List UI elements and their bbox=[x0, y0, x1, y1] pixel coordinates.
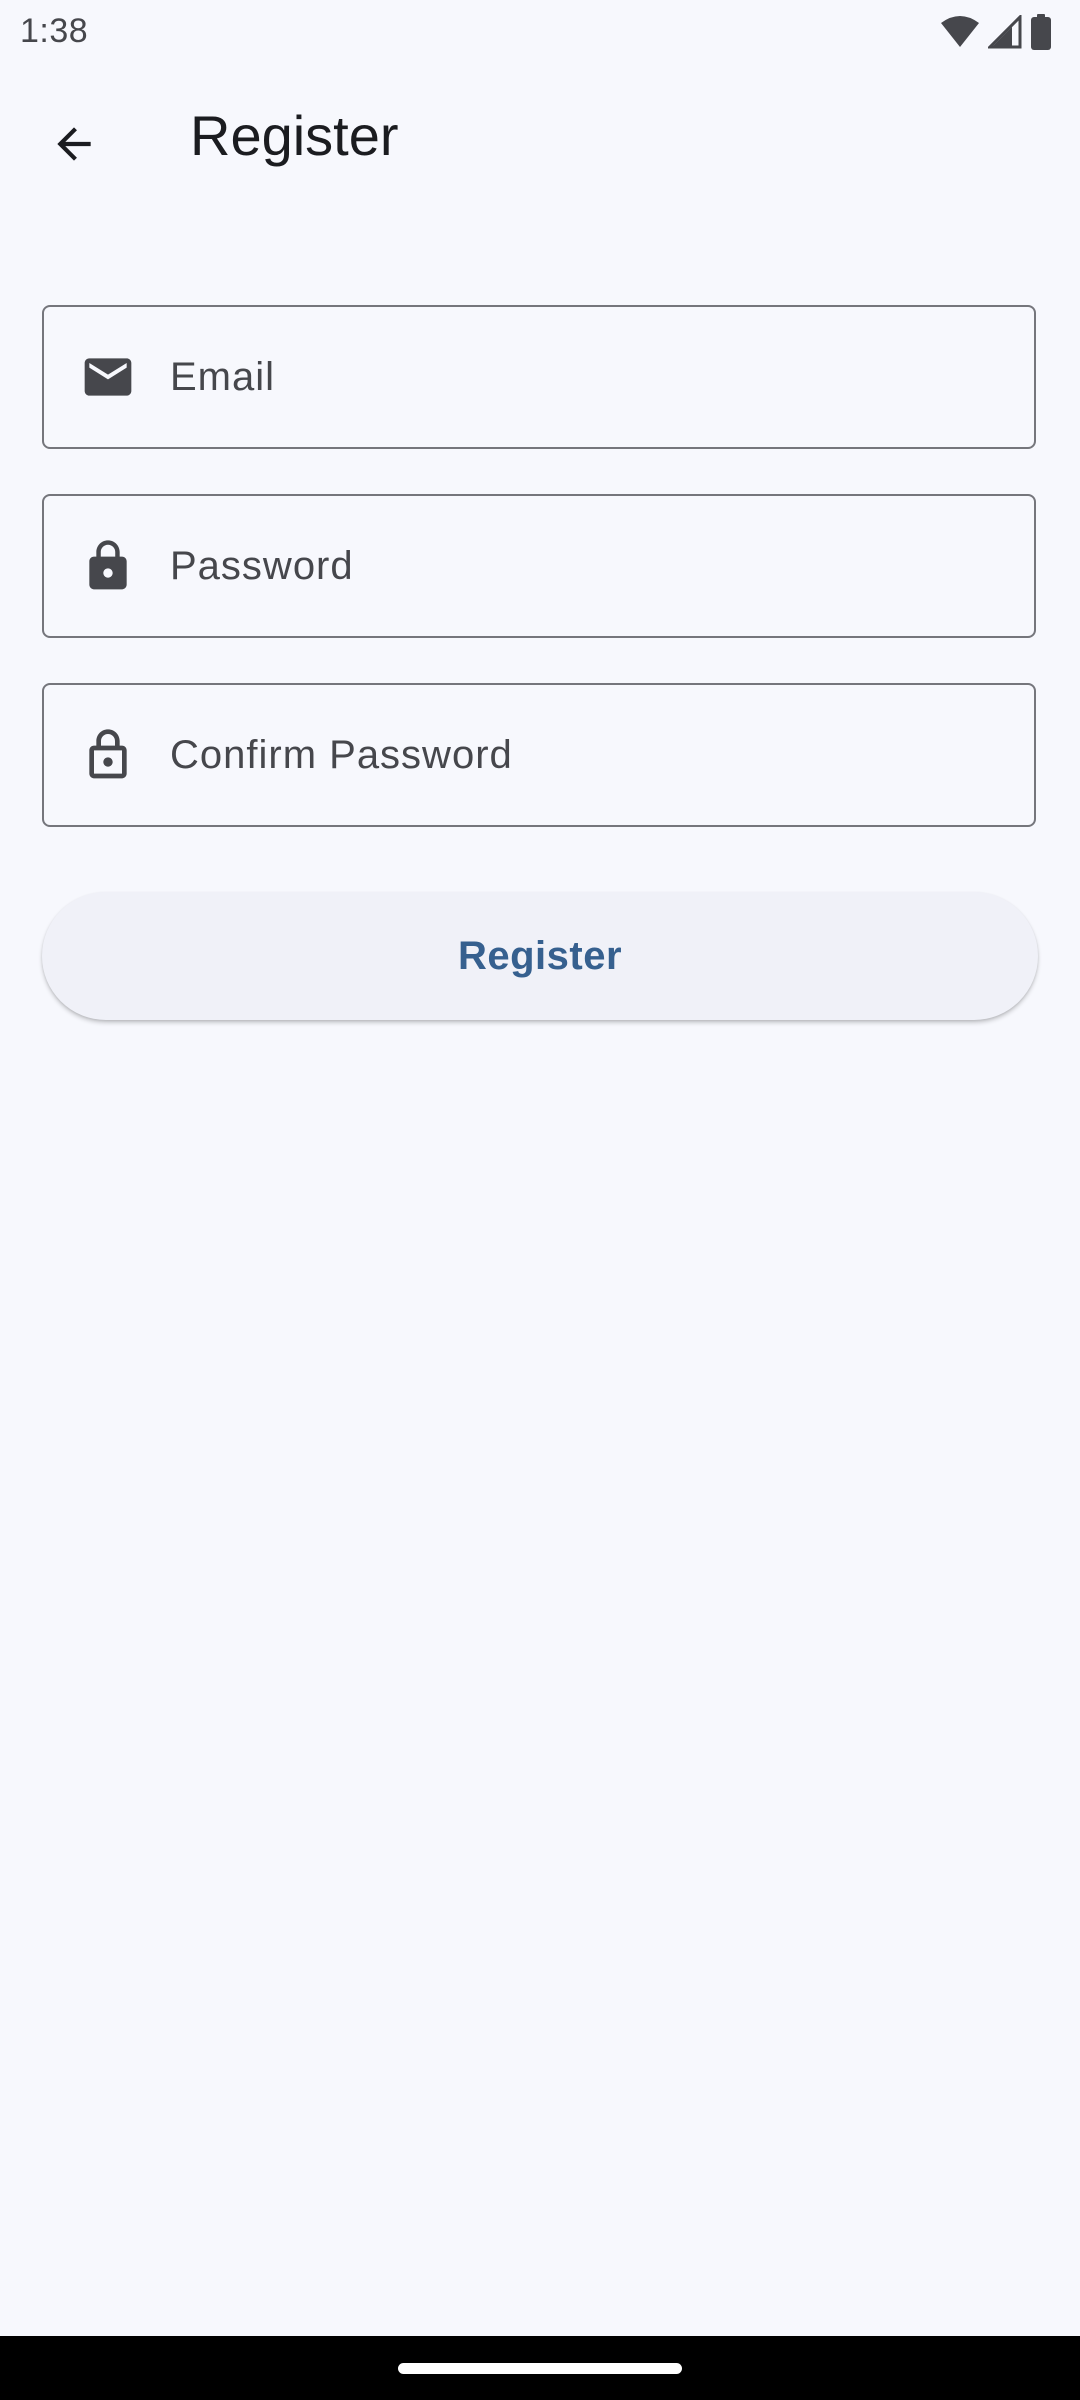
status-bar: 1:38 bbox=[0, 0, 1080, 64]
confirm-password-field[interactable] bbox=[42, 683, 1036, 827]
password-field[interactable] bbox=[42, 494, 1036, 638]
lock-filled-icon bbox=[80, 538, 136, 594]
password-input[interactable] bbox=[168, 496, 1010, 636]
navigation-bar bbox=[0, 2336, 1080, 2400]
back-button[interactable] bbox=[32, 104, 116, 188]
mail-icon bbox=[80, 349, 136, 405]
status-icons bbox=[940, 12, 1052, 52]
page-title: Register bbox=[190, 104, 399, 167]
confirm-password-input[interactable] bbox=[168, 685, 1010, 825]
signal-icon bbox=[988, 15, 1022, 49]
app-bar: Register bbox=[0, 72, 1080, 200]
wifi-icon bbox=[940, 15, 980, 49]
battery-icon bbox=[1030, 14, 1052, 50]
lock-outlined-icon bbox=[80, 727, 136, 783]
email-field[interactable] bbox=[42, 305, 1036, 449]
register-button[interactable]: Register bbox=[42, 892, 1038, 1020]
arrow-back-icon bbox=[49, 119, 99, 174]
home-gesture-handle[interactable] bbox=[398, 2363, 682, 2374]
status-time: 1:38 bbox=[20, 12, 89, 50]
email-input[interactable] bbox=[168, 307, 1010, 447]
